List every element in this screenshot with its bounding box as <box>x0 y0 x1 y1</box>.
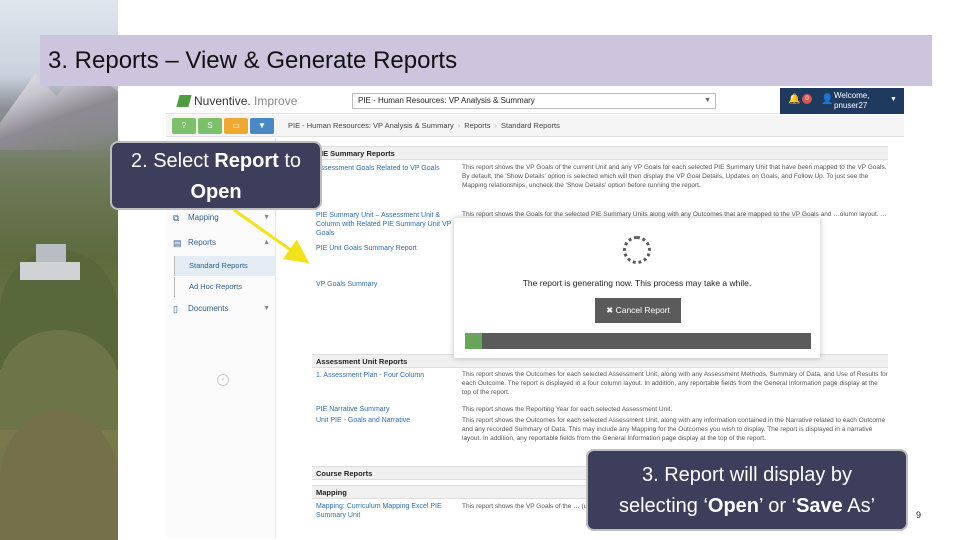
logo-mark-icon <box>176 95 192 107</box>
sidebar-item-mapping[interactable]: ⧉ Mapping ▼ <box>166 208 276 228</box>
report-generating-modal: The report is generating now. This proce… <box>454 218 820 358</box>
section-header: PIE Summary Reports <box>312 146 888 160</box>
breadcrumb: PIE - Human Resources: VP Analysis & Sum… <box>288 121 560 130</box>
breadcrumb-standard-reports: Standard Reports <box>501 121 560 130</box>
welcome-label: Welcome, <box>834 91 870 100</box>
report-link[interactable]: 1. Assessment Plan - Four Column <box>316 371 456 380</box>
breadcrumb-plan[interactable]: PIE - Human Resources: VP Analysis & Sum… <box>288 121 454 130</box>
report-link[interactable]: Mapping: Curriculum Mapping Excel PIE Su… <box>316 502 456 520</box>
logo-brand: Nuventive. <box>194 94 251 108</box>
sidebar-item-label: Reports <box>188 238 217 247</box>
help-button[interactable]: ? <box>172 118 196 134</box>
report-link[interactable]: PIE Narrative Summary <box>316 405 456 414</box>
breadcrumb-reports[interactable]: Reports <box>464 121 490 130</box>
app-header: Nuventive. Improve PIE - Human Resources… <box>166 88 904 114</box>
report-link[interactable]: PIE Unit Goals Summary Report <box>316 244 456 253</box>
toolbar: ? S ▭ ▼ PIE - Human Resources: VP Analys… <box>166 115 904 137</box>
callout-text: 2. Select <box>130 150 215 172</box>
callout-text: selecting ‘ <box>618 495 708 517</box>
callout-text-bold: Open <box>190 181 242 203</box>
chevron-down-icon: ▼ <box>704 97 711 104</box>
sidebar-item-label: Documents <box>188 304 229 313</box>
bell-icon[interactable]: 🔔 <box>788 94 800 105</box>
slide-title: 3. Reports – View & Generate Reports <box>48 47 458 74</box>
plan-select[interactable]: PIE - Human Resources: VP Analysis & Sum… <box>352 93 716 109</box>
hierarchy-icon: ⧉ <box>173 213 180 223</box>
user-icon: 👤 <box>821 94 834 105</box>
callout-text: to <box>278 150 302 172</box>
sidebar-item-standard-reports[interactable]: Standard Reports <box>174 256 276 276</box>
folder-button[interactable]: ▭ <box>224 118 248 134</box>
callout-text: As’ <box>842 495 876 517</box>
chevron-up-icon: ▲ <box>263 239 270 246</box>
progress-bar <box>465 333 811 349</box>
report-description: This report shows the Reporting Year for… <box>462 406 673 413</box>
report-link[interactable]: Unit PIE - Goals and Narrative <box>316 416 456 425</box>
filter-button[interactable]: ▼ <box>250 118 274 134</box>
callout-text-bold: Report <box>214 150 279 172</box>
user-area: 🔔 0 👤 Welcome, pnuser27 ▼ <box>780 88 904 114</box>
collapse-sidebar-icon[interactable]: ‹ <box>217 374 229 386</box>
callout-text-bold: Save <box>796 495 843 517</box>
sidebar-item-documents[interactable]: ▯ Documents ▼ <box>166 299 276 319</box>
chevron-down-icon: ▼ <box>263 305 270 312</box>
callout-text-bold: Open <box>707 495 760 517</box>
sidebar-item-reports[interactable]: ▤ Reports ▲ <box>166 233 276 253</box>
sidebar-item-label: Ad Hoc Reports <box>189 282 242 291</box>
report-description: This report shows the VP Goals of the cu… <box>462 164 887 189</box>
cancel-report-label: Cancel Report <box>615 305 670 315</box>
user-menu[interactable]: Welcome, pnuser27 <box>834 91 869 111</box>
sidebar-item-label: Standard Reports <box>189 261 248 270</box>
document-icon: ▯ <box>173 304 178 314</box>
callout-report-display: 3. Report will display by selecting ‘Ope… <box>586 449 908 531</box>
report-icon: ▤ <box>173 238 182 248</box>
app-logo[interactable]: Nuventive. Improve <box>176 94 298 108</box>
callout-text: ’ or ‘ <box>759 495 797 517</box>
close-icon: ✖ <box>606 305 614 315</box>
cancel-report-button[interactable]: ✖ Cancel Report <box>595 298 681 323</box>
chevron-down-icon[interactable]: ▼ <box>890 96 897 103</box>
slide-title-bar: 3. Reports – View & Generate Reports <box>40 35 932 86</box>
sidebar-item-label: Mapping <box>188 213 219 222</box>
report-description: This report shows the Outcomes for each … <box>462 371 888 396</box>
generating-message: The report is generating now. This proce… <box>522 278 752 288</box>
report-link[interactable]: VP Goals Summary <box>316 280 456 289</box>
progress-bar-fill <box>465 333 483 349</box>
callout-select-report: 2. Select Report to Open <box>110 141 322 210</box>
logo-product: Improve <box>254 94 298 108</box>
chevron-down-icon: ▼ <box>263 214 270 221</box>
user-name: pnuser27 <box>834 101 868 110</box>
loading-spinner-icon <box>623 236 651 264</box>
report-link[interactable]: PIE Summary Unit – Assessment Unit & Col… <box>316 211 456 238</box>
sidebar-item-ad-hoc-reports[interactable]: Ad Hoc Reports <box>174 277 276 297</box>
page-number: 9 <box>916 510 922 520</box>
report-link[interactable]: Assessment Goals Related to VP Goals <box>316 164 456 173</box>
s-button[interactable]: S <box>198 118 222 134</box>
plan-select-value: PIE - Human Resources: VP Analysis & Sum… <box>358 96 535 105</box>
notification-badge: 0 <box>802 94 812 104</box>
callout-text: 3. Report will display by <box>641 464 853 486</box>
